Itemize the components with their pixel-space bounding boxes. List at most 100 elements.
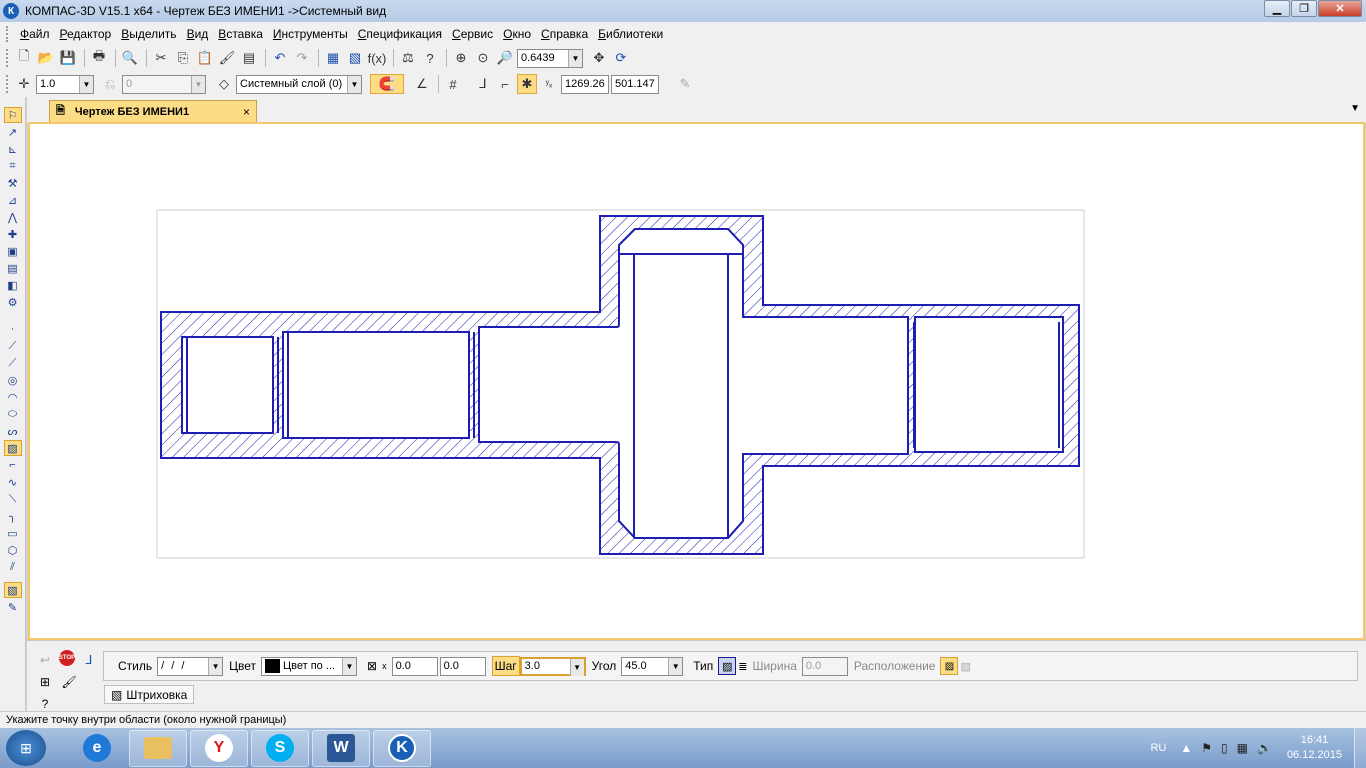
auxiliary-line-icon[interactable]: ⟋ [4,338,22,354]
menu-file[interactable]: Файл [15,27,55,41]
restore-button[interactable]: ❐ [1291,0,1317,17]
rectangle-icon[interactable]: ▭ [4,525,22,541]
snap-magnet-icon[interactable]: 🧲 [370,74,404,94]
auto-create-icon[interactable]: ⅃ [79,650,99,670]
manager-icon[interactable]: ▦ [323,48,343,68]
edit-panel-icon[interactable]: ⌗ [4,158,22,174]
placement-out-icon[interactable]: ▧ [960,660,970,673]
language-indicator[interactable]: RU [1150,742,1166,754]
start-button[interactable]: ⊞ [6,730,46,766]
fill-tool-icon[interactable]: ✎ [4,599,22,615]
coord-x-field[interactable]: 1269.26 [561,74,609,94]
menu-insert[interactable]: Вставка [213,27,268,41]
base-y-field[interactable]: 0.0 [439,656,486,676]
brush-icon[interactable]: 🖌 [59,672,79,692]
print-icon[interactable]: 🖶 [89,48,109,68]
menu-help[interactable]: Справка [536,27,593,41]
chevron-down-icon[interactable]: ▼ [191,75,205,93]
chevron-down-icon[interactable]: ▼ [347,75,361,93]
hatch-tool-active-icon[interactable]: ▧ [3,582,22,598]
hatch-type-icon[interactable]: ▨ [718,657,737,675]
library-icon[interactable]: ▧ [345,48,365,68]
fill-type-icon[interactable]: ≣ [738,660,747,673]
grid-icon[interactable]: # [443,74,463,94]
chamfer-icon[interactable]: ⟍ [4,491,22,507]
associative-view-icon[interactable]: ✚ [4,226,22,242]
chevron-down-icon[interactable]: ▼ [208,657,223,675]
taskbar-word[interactable]: W [312,729,370,767]
line-scale-combo[interactable]: 1.0 ▼ [36,74,94,94]
menu-specification[interactable]: Спецификация [353,27,447,41]
color-combo[interactable]: Цвет по ... ▼ [261,656,358,676]
chevron-down-icon[interactable]: ▼ [569,658,584,676]
close-tab-icon[interactable]: × [243,105,250,119]
measure-icon[interactable]: ✎ [675,74,695,94]
device-icon[interactable]: ▯ [1221,741,1228,755]
fillet-icon[interactable]: ╮ [4,508,22,524]
snap-step-icon[interactable]: ✛ [14,74,34,94]
menu-libraries[interactable]: Библиотеки [593,27,668,41]
taskbar-ie[interactable]: e [68,730,126,767]
insert-panel-icon[interactable]: ◧ [4,277,22,293]
preview-icon[interactable]: 🔍 [120,48,140,68]
menu-service[interactable]: Сервис [447,27,498,41]
menu-view[interactable]: Вид [182,27,214,41]
paste-icon[interactable]: 📋 [195,48,215,68]
open-file-icon[interactable]: 📂 [36,48,56,68]
round-coords-icon[interactable]: ✱ [517,74,537,94]
placement-in-icon[interactable]: ▨ [940,657,959,675]
network-icon[interactable]: ▦ [1237,741,1248,755]
layer-combo[interactable]: Системный слой (0) ▼ [236,74,362,94]
chevron-down-icon[interactable]: ▼ [342,657,357,675]
stop-icon[interactable]: STOP [59,650,75,666]
menu-tools[interactable]: Инструменты [268,27,353,41]
taskbar-kompas[interactable]: K [373,729,431,767]
save-icon[interactable]: 💾 [58,48,78,68]
zoom-in-icon[interactable]: 🔎 [495,48,515,68]
ellipse-icon[interactable]: ⬭ [4,406,22,422]
format-brush-icon[interactable]: 🖌 [217,48,237,68]
dimensions-panel-icon[interactable]: ↗ [4,124,22,140]
state-combo[interactable]: 0 ▼ [122,74,206,94]
zoom-all-icon[interactable]: ⊙ [473,48,493,68]
action-center-icon[interactable]: ⚑ [1201,741,1212,755]
fragments-panel-icon[interactable]: ⚙ [4,294,22,310]
base-x-field[interactable]: 0.0 [391,656,438,676]
state-icon[interactable]: ⎌ [100,74,120,94]
calculator-icon[interactable]: ⚖ [398,48,418,68]
tray-expand-icon[interactable]: ▲ [1180,741,1192,755]
menu-edit[interactable]: Редактор [55,27,117,41]
tab-drawing-untitled[interactable]: 🗎 Чертеж БЕЗ ИМЕНИ1 × [49,100,257,122]
ortho-icon[interactable]: ∠ [412,74,432,94]
new-document-icon[interactable]: 🗋 [14,48,34,68]
style-combo[interactable]: / / / ▼ [157,656,224,676]
point-icon[interactable]: · [4,321,22,337]
zoom-window-icon[interactable]: ⊕ [451,48,471,68]
polyline-icon[interactable]: ⌐ [4,457,22,473]
menu-window[interactable]: Окно [498,27,536,41]
circle-icon[interactable]: ◎ [4,372,22,388]
arc-icon[interactable]: ◠ [4,389,22,405]
tabs-menu-icon[interactable]: ▼ [1350,103,1360,114]
orthogonal-mode-icon[interactable]: ⌐ [495,74,515,94]
tab-hatching[interactable]: ▧ Штриховка [104,685,195,704]
taskbar-skype[interactable]: S [251,729,309,767]
spline-icon[interactable]: ᔕ [4,423,22,439]
cut-icon[interactable]: ✂ [151,48,171,68]
local-cs-icon[interactable]: ⅃ [473,74,493,94]
close-button[interactable]: ✕ [1318,0,1362,17]
angle-combo[interactable]: 45.0 ▼ [621,656,684,676]
chevron-down-icon[interactable]: ▼ [79,75,93,93]
cursor-coords-icon[interactable]: ʸₓ [539,74,559,94]
drawing-canvas[interactable] [28,122,1365,640]
bezier-icon[interactable]: ∿ [4,474,22,490]
report-panel-icon[interactable]: ▤ [4,260,22,276]
selection-panel-icon[interactable]: ⋀ [4,209,22,225]
step-combo[interactable]: 3.0 ▼ [519,656,586,676]
back-icon[interactable]: ↩ [35,650,55,670]
refresh-icon[interactable]: ⟳ [611,48,631,68]
chevron-down-icon[interactable]: ▼ [668,657,683,675]
show-desktop-button[interactable] [1354,728,1366,768]
drawing-svg[interactable] [30,124,1363,638]
measure-panel-icon[interactable]: ⊿ [4,192,22,208]
